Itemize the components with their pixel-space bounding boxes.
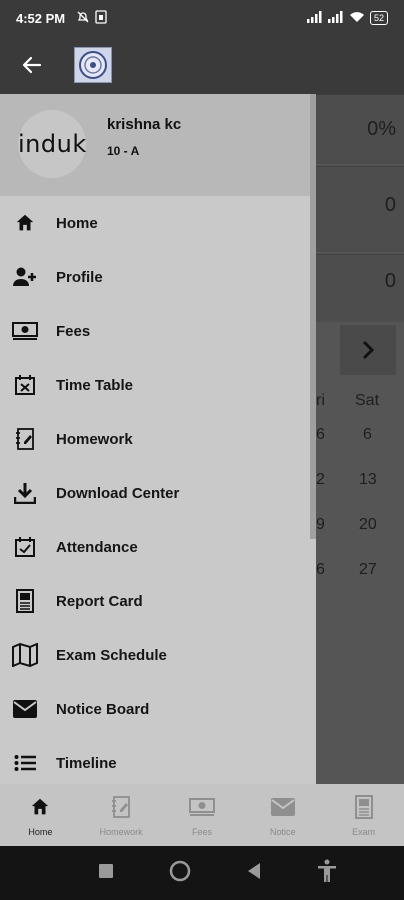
navigation-drawer: induk krishna kc 10 - A Home Profile Fee…	[0, 94, 316, 784]
add-person-icon	[12, 264, 38, 290]
drawer-item-home[interactable]: Home	[0, 196, 316, 250]
accessibility-icon[interactable]	[317, 859, 337, 888]
report-card-icon	[351, 794, 377, 820]
calendar-day[interactable]: 6	[363, 426, 372, 444]
money-icon	[12, 318, 38, 344]
notebook-icon	[108, 794, 134, 820]
calendar-day[interactable]: 6	[316, 561, 325, 579]
drawer-item-notice-board[interactable]: Notice Board	[0, 682, 316, 736]
status-time: 4:52 PM	[16, 10, 66, 26]
calendar-next-button[interactable]	[340, 325, 396, 375]
calendar-header: ri	[316, 392, 325, 409]
drawer-header: induk krishna kc 10 - A	[0, 94, 316, 196]
list-icon	[12, 750, 38, 776]
report-card-icon	[12, 588, 38, 614]
calendar-x-icon	[12, 372, 38, 398]
stat-value: 0	[384, 194, 396, 216]
system-navigation-bar	[0, 846, 404, 900]
bottom-nav-exam[interactable]: Exam	[329, 794, 399, 837]
drawer-item-label: Homework	[56, 430, 133, 448]
avatar[interactable]: induk	[18, 110, 86, 178]
calendar-day[interactable]: 9	[316, 516, 325, 534]
bottom-nav-label: Exam	[352, 827, 376, 837]
mute-icon	[76, 10, 90, 27]
drawer-item-label: Exam Schedule	[56, 646, 167, 664]
drawer-item-label: Notice Board	[56, 700, 150, 718]
mail-icon	[270, 794, 296, 820]
drawer-item-homework[interactable]: Homework	[0, 412, 316, 466]
mail-icon	[12, 696, 38, 722]
sim-icon	[95, 9, 107, 27]
drawer-item-label: Attendance	[56, 538, 138, 556]
chevron-right-icon	[362, 340, 375, 360]
bottom-nav-label: Notice	[270, 827, 296, 837]
recents-icon[interactable]	[98, 863, 114, 884]
calendar-day[interactable]: 6	[316, 426, 325, 444]
drawer-scrollbar[interactable]	[310, 94, 316, 539]
battery-icon: 52	[369, 11, 388, 25]
map-icon	[12, 642, 38, 668]
back-button[interactable]	[16, 49, 48, 81]
bottom-nav-label: Homework	[99, 827, 143, 837]
drawer-item-label: Report Card	[56, 592, 143, 610]
drawer-item-profile[interactable]: Profile	[0, 250, 316, 304]
calendar-day[interactable]: 2	[316, 471, 325, 489]
home-icon	[27, 794, 53, 820]
calendar-header: Sat	[355, 392, 380, 409]
bottom-nav-fees[interactable]: Fees	[167, 794, 237, 837]
notebook-icon	[12, 426, 38, 452]
calendar-check-icon	[12, 534, 38, 560]
calendar-day[interactable]: 13	[359, 471, 377, 489]
download-icon	[12, 480, 38, 506]
wifi-icon	[349, 11, 365, 26]
avatar-text: induk	[18, 130, 87, 158]
app-bar	[0, 36, 404, 94]
stat-value: 0%	[367, 118, 396, 140]
drawer-item-label: Fees	[56, 322, 91, 340]
bottom-nav-notice[interactable]: Notice	[248, 794, 318, 837]
stat-value: 0	[384, 270, 396, 292]
bottom-nav-label: Fees	[191, 827, 212, 837]
drawer-item-label: Profile	[56, 268, 103, 286]
bottom-nav-label: Home	[28, 827, 53, 837]
calendar-day[interactable]: 20	[359, 516, 377, 534]
back-triangle-icon[interactable]	[246, 862, 262, 885]
bottom-nav-home[interactable]: Home	[5, 794, 75, 837]
status-bar: 4:52 PM 52	[0, 0, 404, 36]
drawer-item-label: Timeline	[56, 754, 117, 772]
signal-icon	[327, 10, 344, 26]
signal-icon	[306, 10, 323, 26]
arrow-left-icon	[22, 56, 42, 74]
drawer-item-label: Download Center	[56, 484, 180, 502]
drawer-item-label: Time Table	[56, 376, 133, 394]
calendar-day[interactable]: 27	[359, 561, 377, 579]
drawer-item-exam-schedule[interactable]: Exam Schedule	[0, 628, 316, 682]
drawer-item-fees[interactable]: Fees	[0, 304, 316, 358]
user-name: krishna kc	[107, 116, 182, 133]
drawer-item-report-card[interactable]: Report Card	[0, 574, 316, 628]
home-icon	[12, 210, 38, 236]
home-circle-icon[interactable]	[169, 860, 191, 887]
drawer-item-label: Home	[56, 214, 98, 232]
bottom-nav-homework[interactable]: Homework	[86, 794, 156, 837]
drawer-item-download-center[interactable]: Download Center	[0, 466, 316, 520]
drawer-item-time-table[interactable]: Time Table	[0, 358, 316, 412]
user-class: 10 - A	[107, 144, 140, 158]
money-icon	[188, 794, 215, 820]
drawer-item-attendance[interactable]: Attendance	[0, 520, 316, 574]
drawer-item-timeline[interactable]: Timeline	[0, 736, 316, 790]
school-logo-icon	[74, 47, 112, 83]
bottom-navigation: Home Homework Fees Notice Exam	[0, 784, 404, 846]
